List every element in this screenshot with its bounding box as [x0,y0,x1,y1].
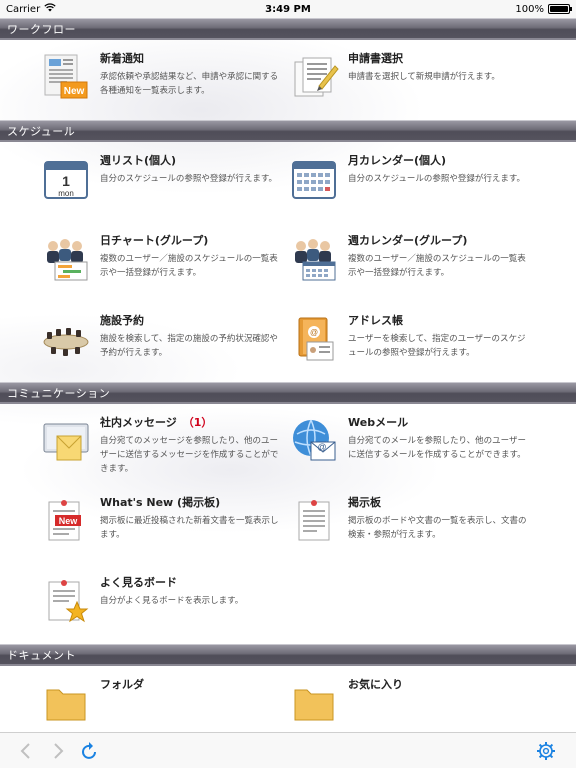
menu-item-favorites[interactable]: お気に入り [286,666,534,732]
gear-icon [537,741,555,760]
menu-item-address-book[interactable]: @ アドレス帳 ユーザーを検索して、指定のユーザーのスケジュールの参照や登録が行… [286,302,534,382]
group-chart-icon [38,234,94,290]
item-desc: 自分がよく見るボードを表示します。 [100,596,244,606]
calendar-day-label: mon [58,189,74,198]
item-title: お気に入り [348,678,403,691]
item-title: 週カレンダー(グループ) [348,234,468,247]
item-title: アドレス帳 [348,314,403,327]
favorite-folder-icon [286,678,342,732]
address-book-icon: @ [286,314,342,370]
item-desc: 承認依頼や承認結果など、申請や承認に関する各種通知を一覧表示します。 [100,72,279,96]
section-header-schedule: スケジュール [0,120,576,142]
item-title: フォルダ [100,678,144,691]
main-content: ワークフロー New 新着通知 承認依頼や承認結果など、申請や承認に関する各種通… [0,18,576,732]
section-header-document: ドキュメント [0,644,576,666]
menu-item-webmail[interactable]: @ Webメール 自分宛てのメールを参照したり、他のユーザーに送信するメールを作… [286,404,534,484]
group-calendar-icon [286,234,342,290]
section-document: フォルダ お気に入り [0,666,576,732]
menu-item-application-form[interactable]: 申請書選択 申請書を選択して新規申請が行えます。 [286,40,534,120]
back-button[interactable] [12,737,40,765]
reload-button[interactable] [76,737,104,765]
item-desc: 掲示板に最近投稿された新着文書を一覧表示します。 [100,516,279,540]
forward-button[interactable] [44,737,72,765]
webmail-icon: @ [286,416,342,472]
meeting-room-icon [38,314,94,370]
menu-item-monthly-calendar[interactable]: 月カレンダー(個人) 自分のスケジュールの参照や登録が行えます。 [286,142,534,222]
chevron-right-icon [54,742,64,759]
settings-button[interactable] [532,737,560,765]
menu-item-new-notice[interactable]: New 新着通知 承認依頼や承認結果など、申請や承認に関する各種通知を一覧表示し… [38,40,286,120]
item-title: 施設予約 [100,314,144,327]
section-communication: 社内メッセージ （1） 自分宛てのメッセージを参照したり、他のユーザーに送信するメ… [0,404,576,644]
folder-icon [38,678,94,732]
message-icon [38,416,94,472]
item-title-text: 社内メッセージ [100,416,177,429]
item-desc: 施設を検索して、指定の施設の予約状況確認や予約が行えます。 [100,334,278,358]
item-desc: 自分のスケジュールの参照や登録が行えます。 [100,174,278,184]
item-title: What's New (掲示板) [100,496,221,509]
calendar-day-icon: 1 mon [38,154,94,210]
section-header-communication: コミュニケーション [0,382,576,404]
item-title: 日チャート(グループ) [100,234,209,247]
item-desc: 申請書を選択して新規申請が行えます。 [348,72,500,82]
carrier-label: Carrier [6,3,41,15]
menu-item-weekly-calendar-group[interactable]: 週カレンダー(グループ) 複数のユーザー／施設のスケジュールの一覧表示や一括登録… [286,222,534,302]
menu-item-internal-message[interactable]: 社内メッセージ （1） 自分宛てのメッセージを参照したり、他のユーザーに送信するメ… [38,404,286,484]
item-title: 掲示板 [348,496,381,509]
chevron-left-icon [20,742,30,759]
clock: 3:49 PM [265,3,311,15]
item-desc: 掲示板のボードや文書の一覧を表示し、文書の検索・参照が行えます。 [348,516,527,540]
item-title: 社内メッセージ （1） [100,416,280,429]
month-calendar-icon [286,154,342,210]
item-desc: ユーザーを検索して、指定のユーザーのスケジュールの参照や登録が行えます。 [348,334,526,358]
item-title: よく見るボード [100,576,177,589]
item-title: 月カレンダー(個人) [348,154,447,167]
menu-item-weekly-list[interactable]: 1 mon 週リスト(個人) 自分のスケジュールの参照や登録が行えます。 [38,142,286,222]
new-badge-text: New [59,516,79,526]
menu-item-favorite-board[interactable]: よく見るボード 自分がよく見るボードを表示します。 [38,564,286,644]
menu-item-whats-new[interactable]: New What's New (掲示板) 掲示板に最近投稿された新着文書を一覧表… [38,484,286,564]
status-bar: Carrier 3:49 PM 100% [0,0,576,18]
battery-percent: 100% [515,3,544,15]
item-desc: 複数のユーザー／施設のスケジュールの一覧表示や一括登録が行えます。 [100,254,278,278]
calendar-day-number: 1 [62,173,70,189]
item-desc: 自分宛てのメールを参照したり、他のユーザーに送信するメールを作成することができま… [348,436,526,460]
battery-icon [547,4,572,14]
new-badge-text: New [64,86,85,97]
svg-text:@: @ [310,328,318,337]
favorite-board-icon [38,576,94,632]
application-form-icon [286,52,342,108]
unread-badge: （1） [182,416,213,429]
svg-text:@: @ [317,442,326,452]
item-desc: 自分宛てのメッセージを参照したり、他のユーザーに送信するメッセージを作成すること… [100,436,279,474]
section-workflow: New 新着通知 承認依頼や承認結果など、申請や承認に関する各種通知を一覧表示し… [0,40,576,120]
reload-icon [82,741,96,759]
item-title: 週リスト(個人) [100,154,177,167]
bulletin-board-icon [286,496,342,552]
bottom-toolbar [0,732,576,768]
section-header-workflow: ワークフロー [0,18,576,40]
whats-new-icon: New [38,496,94,552]
wifi-icon [44,3,56,15]
item-title: 申請書選択 [348,52,403,65]
menu-item-bulletin-board[interactable]: 掲示板 掲示板のボードや文書の一覧を表示し、文書の検索・参照が行えます。 [286,484,534,564]
item-title: Webメール [348,416,409,429]
menu-item-folder[interactable]: フォルダ [38,666,286,732]
menu-item-facility-reservation[interactable]: 施設予約 施設を検索して、指定の施設の予約状況確認や予約が行えます。 [38,302,286,382]
item-title: 新着通知 [100,52,144,65]
menu-item-daily-chart-group[interactable]: 日チャート(グループ) 複数のユーザー／施設のスケジュールの一覧表示や一括登録が… [38,222,286,302]
section-schedule: 1 mon 週リスト(個人) 自分のスケジュールの参照や登録が行えます。 月カレ… [0,142,576,382]
item-desc: 複数のユーザー／施設のスケジュールの一覧表示や一括登録が行えます。 [348,254,526,278]
item-desc: 自分のスケジュールの参照や登録が行えます。 [348,174,526,184]
new-notice-icon: New [38,52,94,108]
